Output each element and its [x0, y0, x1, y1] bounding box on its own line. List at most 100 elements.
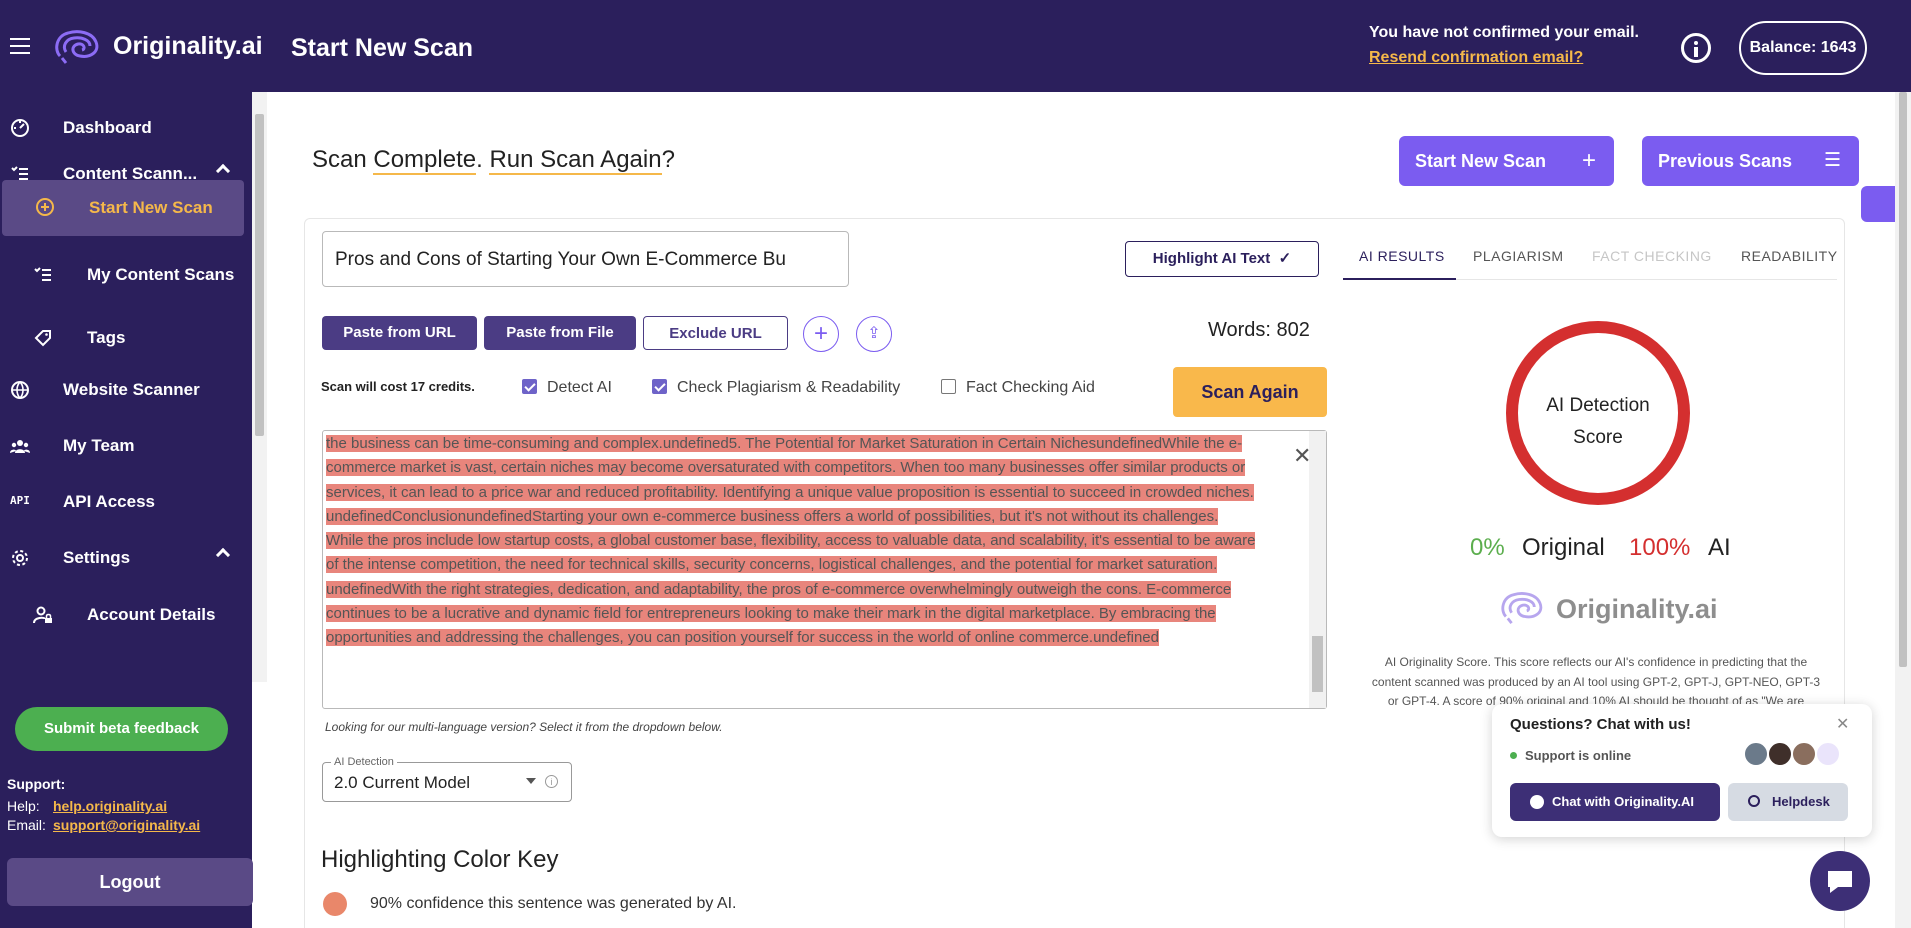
support-email-link[interactable]: support@originality.ai: [53, 817, 200, 833]
detect-ai-checkbox[interactable]: Detect AI: [522, 379, 612, 397]
tag-icon: [34, 330, 51, 347]
page-title: Start New Scan: [291, 34, 474, 62]
ai-highlighted-line: commerce market is vast, certain niches …: [326, 459, 1246, 477]
ai-highlighted-line: the business can be time-consuming and c…: [326, 435, 1243, 452]
paste-from-file-button[interactable]: Paste from File: [484, 316, 636, 350]
textarea-scrollbar-thumb[interactable]: [1312, 636, 1323, 692]
help-link[interactable]: help.originality.ai: [53, 798, 167, 814]
ai-highlighted-line: of the intense competition, the need for…: [326, 556, 1218, 574]
tab-fact-checking[interactable]: FACT CHECKING: [1592, 248, 1712, 264]
chat-launcher-icon[interactable]: [1810, 851, 1870, 911]
paste-from-url-button[interactable]: Paste from URL: [322, 316, 477, 350]
description-line: AI Originality Score. This score reflect…: [1384, 655, 1808, 669]
list-icon: [34, 267, 51, 281]
sidebar-scrollbar[interactable]: [252, 92, 267, 682]
resend-confirmation-link[interactable]: Resend confirmation email?: [1369, 49, 1583, 67]
heading-part: Run Scan Again: [489, 146, 662, 175]
sidebar-item-dashboard[interactable]: Dashboard: [0, 108, 252, 148]
sidebar-item-tags[interactable]: Tags: [0, 318, 252, 358]
brain-logo-icon: [1501, 592, 1543, 625]
hamburger-menu-icon[interactable]: [10, 38, 30, 54]
heading-part: Scan: [312, 146, 367, 173]
submit-beta-feedback-button[interactable]: Submit beta feedback: [15, 707, 228, 751]
scan-cost-text: Scan will cost 17 credits.: [321, 379, 475, 394]
multi-language-note: Looking for our multi-language version? …: [325, 720, 723, 734]
brain-widget-icon[interactable]: [1861, 186, 1895, 222]
plus-circle-icon: [36, 198, 54, 216]
user-lock-icon: [33, 606, 52, 624]
email-notice: You have not confirmed your email.: [1369, 24, 1639, 41]
page-scrollbar-thumb[interactable]: [1899, 92, 1907, 667]
support-avatars: [1743, 741, 1847, 769]
info-icon[interactable]: [1681, 33, 1711, 63]
gauge-label-line: AI Detection: [1546, 395, 1650, 416]
color-key-text: 90% confidence this sentence was generat…: [370, 895, 737, 912]
tab-ai-results[interactable]: AI RESULTS: [1359, 248, 1445, 264]
balance-badge[interactable]: Balance: 1643: [1739, 21, 1867, 75]
check-plagiarism-checkbox[interactable]: Check Plagiarism & Readability: [652, 379, 900, 397]
fact-checking-label: Fact Checking Aid: [966, 379, 1095, 396]
start-new-scan-button[interactable]: Start New Scan +: [1399, 136, 1614, 186]
gear-icon: [12, 550, 28, 566]
tab-plagiarism[interactable]: PLAGIARISM: [1473, 248, 1564, 264]
info-icon[interactable]: i: [545, 775, 558, 788]
sidebar-item-account-details[interactable]: Account Details: [0, 595, 252, 635]
globe-icon: [11, 381, 29, 400]
ai-label: AI: [1708, 534, 1731, 561]
sidebar-item-label: My Team: [63, 436, 135, 455]
sidebar-item-website-scanner[interactable]: Website Scanner: [0, 370, 252, 410]
helpdesk-button[interactable]: Helpdesk: [1728, 783, 1848, 821]
textarea-scrollbar[interactable]: [1309, 431, 1326, 708]
dashboard-icon: [11, 119, 29, 137]
support-heading: Support:: [7, 776, 66, 792]
ai-highlighted-line: undefinedWith the right strategies, dedi…: [326, 580, 1232, 598]
scan-again-button[interactable]: Scan Again: [1173, 367, 1327, 417]
scan-title-input[interactable]: Pros and Cons of Starting Your Own E-Com…: [322, 231, 849, 287]
sidebar-item-my-content-scans[interactable]: My Content Scans: [0, 255, 252, 295]
check-plagiarism-label: Check Plagiarism & Readability: [677, 379, 901, 396]
add-icon[interactable]: +: [803, 316, 839, 352]
sidebar-item-label: Tags: [87, 328, 126, 347]
chevron-up-icon[interactable]: [215, 547, 231, 563]
tab-readability[interactable]: READABILITY: [1741, 248, 1838, 264]
page-scrollbar[interactable]: [1895, 92, 1911, 928]
checkbox-unchecked-icon[interactable]: [941, 379, 956, 394]
previous-scans-button[interactable]: Previous Scans ☰: [1642, 136, 1859, 186]
heading-part: .: [476, 146, 490, 173]
chat-with-us-button[interactable]: Chat with Originality.AI: [1510, 783, 1720, 821]
word-count: Words: 802: [1208, 319, 1310, 341]
fact-checking-checkbox[interactable]: Fact Checking Aid: [941, 379, 1095, 397]
sidebar-item-my-team[interactable]: My Team: [0, 426, 252, 466]
checkbox-checked-icon[interactable]: [522, 379, 537, 394]
chevron-up-icon[interactable]: [215, 163, 231, 179]
content-textarea[interactable]: the business can be time-consuming and c…: [322, 430, 1327, 709]
exclude-url-button[interactable]: Exclude URL: [643, 316, 788, 350]
sidebar-item-label: Account Details: [87, 605, 216, 624]
description-line: content scanned was produced by an AI to…: [1371, 674, 1821, 689]
gauge-label-line: Score: [1573, 427, 1623, 448]
caret-down-icon[interactable]: [526, 778, 536, 784]
active-tab-underline: [1343, 278, 1456, 280]
brand-name[interactable]: Originality.ai: [113, 32, 263, 61]
sidebar-item-api-access[interactable]: API API Access: [0, 482, 252, 522]
avatar: [1743, 741, 1769, 767]
share-icon[interactable]: ⇪: [856, 316, 892, 352]
gauge-label: AI Detection Score: [1518, 390, 1678, 454]
highlight-ai-text-button[interactable]: Highlight AI Text ✓: [1125, 241, 1319, 277]
heading-part: Complete: [373, 146, 477, 175]
checkbox-checked-icon[interactable]: [652, 379, 667, 394]
close-icon[interactable]: ✕: [1836, 714, 1849, 734]
team-icon: [10, 440, 30, 453]
sidebar-item-start-new-scan[interactable]: Start New Scan: [2, 180, 244, 236]
api-icon: API: [10, 494, 30, 507]
brain-logo-icon[interactable]: [52, 28, 102, 66]
content-text[interactable]: the business can be time-consuming and c…: [326, 432, 1306, 651]
helpdesk-label: Helpdesk: [1772, 794, 1830, 809]
sidebar-item-settings[interactable]: Settings: [0, 538, 252, 578]
ai-highlighted-line: services, it can lead to a price war and…: [326, 483, 1254, 501]
support-status-text: Support is online: [1525, 748, 1632, 763]
logout-button[interactable]: Logout: [7, 858, 253, 906]
sidebar-scrollbar-thumb[interactable]: [255, 114, 264, 436]
model-value[interactable]: 2.0 Current Model: [334, 773, 470, 793]
email-label: Email:: [7, 817, 46, 833]
